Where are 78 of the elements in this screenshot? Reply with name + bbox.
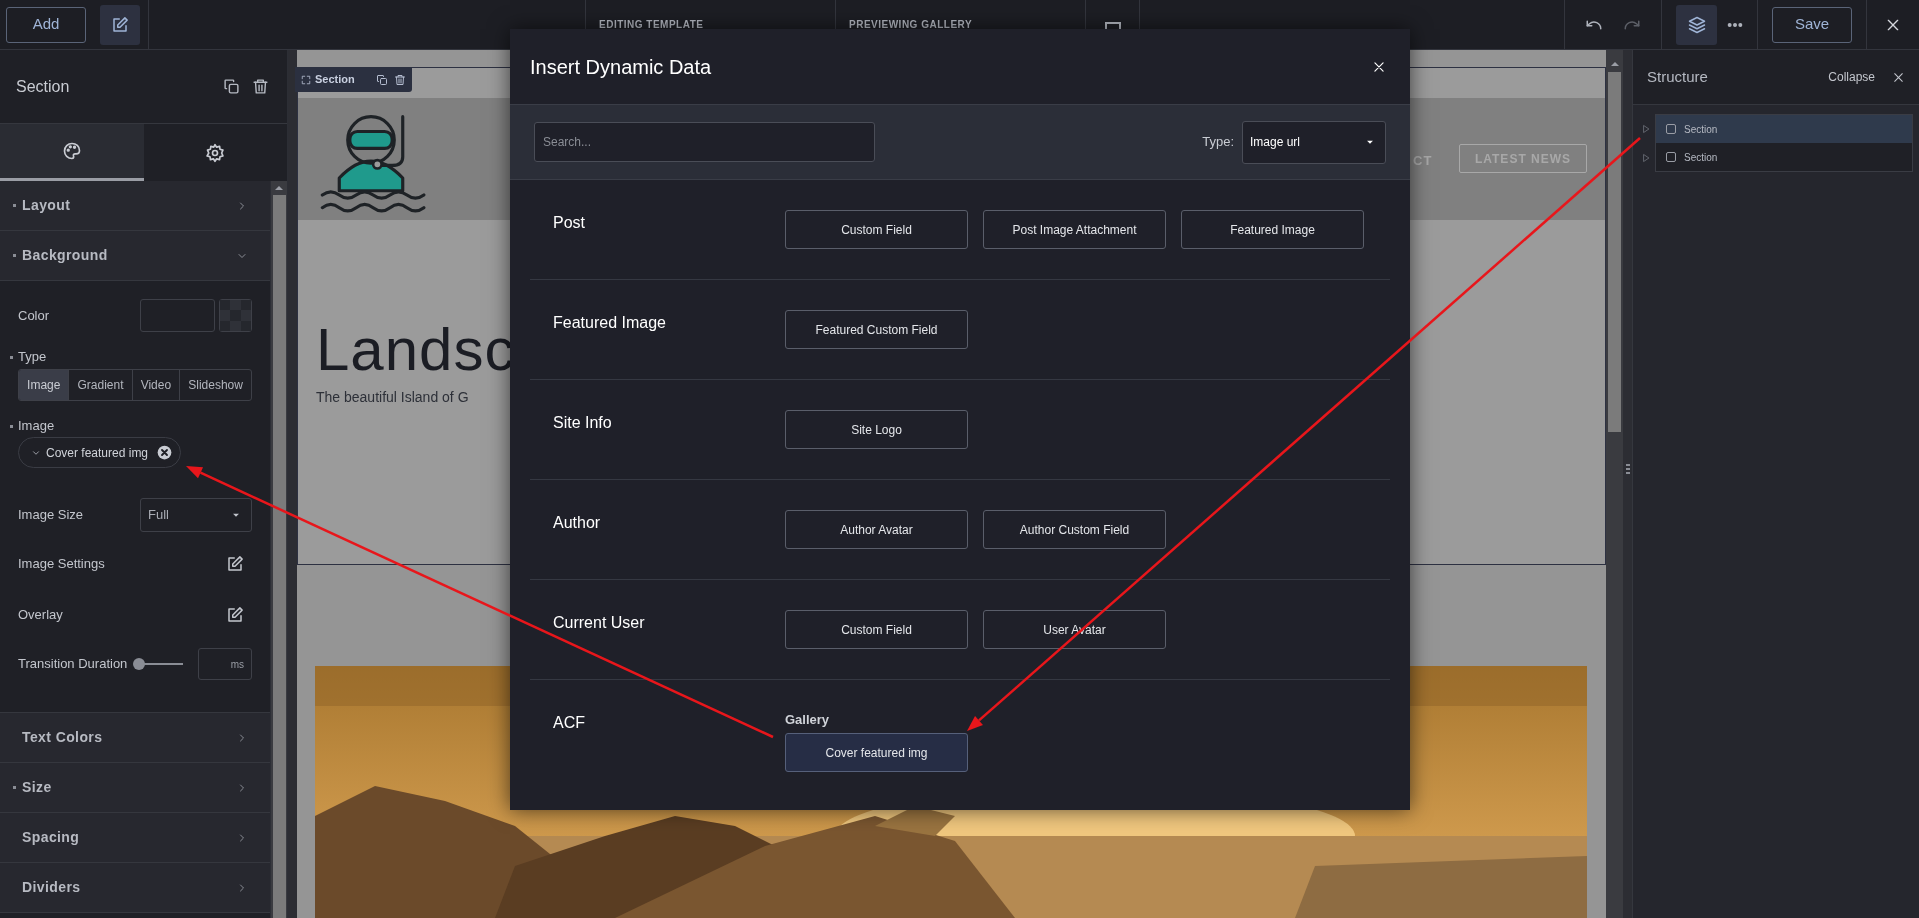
option-button[interactable]: Post Image Attachment (983, 210, 1166, 249)
section-tag[interactable]: Section (295, 67, 412, 92)
panel-title: Structure (1647, 66, 1708, 87)
edit-icon[interactable] (226, 606, 244, 624)
type-select[interactable]: Image url (1242, 120, 1386, 164)
section-header[interactable]: Dividers (0, 863, 270, 913)
collapse-button[interactable]: Collapse (1828, 68, 1875, 86)
field-label: Image Settings (18, 555, 105, 574)
layers-icon (1687, 15, 1706, 34)
dialog-title: Insert Dynamic Data (530, 54, 712, 80)
section-header[interactable]: Size (0, 763, 270, 813)
field-label: Image Size (18, 506, 84, 525)
group-subheading: Gallery (785, 711, 831, 726)
type-option[interactable]: Slideshow (179, 370, 251, 400)
group-label: Featured Image (553, 314, 666, 331)
scrollbar[interactable] (1606, 50, 1623, 918)
section-header[interactable]: Spacing (0, 813, 270, 863)
type-option[interactable]: Image (19, 370, 69, 400)
bullet-icon (10, 355, 13, 359)
search-field[interactable]: Search... (534, 122, 875, 162)
save-button[interactable]: Save (1772, 6, 1852, 43)
hero-title: Landsc (316, 315, 516, 385)
hero-subtitle: The beautiful Island of G (316, 388, 469, 407)
expand-icon (301, 74, 311, 85)
group-label: Site Info (553, 414, 612, 431)
group-label: Author (553, 514, 601, 531)
option-button[interactable]: Author Custom Field (983, 510, 1166, 549)
option-button[interactable]: Cover featured img (785, 733, 968, 772)
field-label: Transition Duration (18, 655, 128, 674)
panel-title: Section (16, 76, 70, 97)
bullet-icon (10, 424, 13, 428)
add-button[interactable]: Add (6, 6, 86, 43)
duration-field[interactable]: ms (198, 648, 252, 680)
tab[interactable] (0, 124, 144, 181)
color-field[interactable] (140, 299, 215, 332)
image-size-select[interactable]: Full (140, 498, 252, 532)
edit-icon[interactable] (226, 555, 244, 573)
layers-button[interactable] (1676, 4, 1717, 45)
option-button[interactable]: Author Avatar (785, 510, 968, 549)
settings-icon (205, 142, 226, 163)
field-label: Type (18, 348, 47, 367)
option-button[interactable]: Custom Field (785, 610, 968, 649)
square-icon (1666, 152, 1676, 162)
group-label: ACF (553, 714, 585, 731)
edit-button[interactable] (100, 4, 140, 45)
group-label: Current User (553, 614, 645, 631)
color-swatch[interactable] (219, 299, 252, 332)
trash-icon[interactable] (394, 73, 406, 86)
type-option[interactable]: Gradient (68, 370, 132, 400)
option-button[interactable]: Featured Custom Field (785, 310, 968, 349)
clear-icon[interactable] (157, 445, 173, 460)
option-button[interactable]: Site Logo (785, 410, 968, 449)
copy-icon[interactable] (376, 73, 388, 86)
template-label: EDITING TEMPLATE (599, 19, 704, 30)
section-header[interactable]: Background (0, 231, 270, 281)
template-label: PREVIEWING GALLERY (849, 19, 973, 30)
trash-icon[interactable] (252, 78, 269, 95)
field-label: Image (18, 417, 55, 436)
palette-icon (61, 141, 82, 161)
field-label: Color (18, 306, 50, 325)
section-header[interactable]: Text Colors (0, 713, 270, 763)
scrollbar[interactable] (270, 181, 287, 918)
structure-item[interactable]: Section (1655, 143, 1913, 172)
edit-icon (111, 15, 129, 34)
type-option[interactable]: Video (131, 370, 180, 400)
close-icon[interactable] (1372, 59, 1386, 74)
resize-handle[interactable] (1625, 464, 1630, 474)
field-label: Type: (1202, 133, 1234, 152)
section-header[interactable]: Layout (0, 181, 270, 231)
copy-icon[interactable] (223, 78, 240, 95)
close-icon[interactable] (1892, 70, 1905, 84)
option-button[interactable]: Custom Field (785, 210, 968, 249)
group-label: Post (553, 214, 585, 231)
field-label: Overlay (18, 606, 63, 625)
slider-thumb[interactable] (133, 658, 146, 670)
option-button[interactable]: Featured Image (1181, 210, 1364, 249)
square-icon (1666, 124, 1676, 134)
structure-item[interactable]: Section (1655, 114, 1913, 143)
